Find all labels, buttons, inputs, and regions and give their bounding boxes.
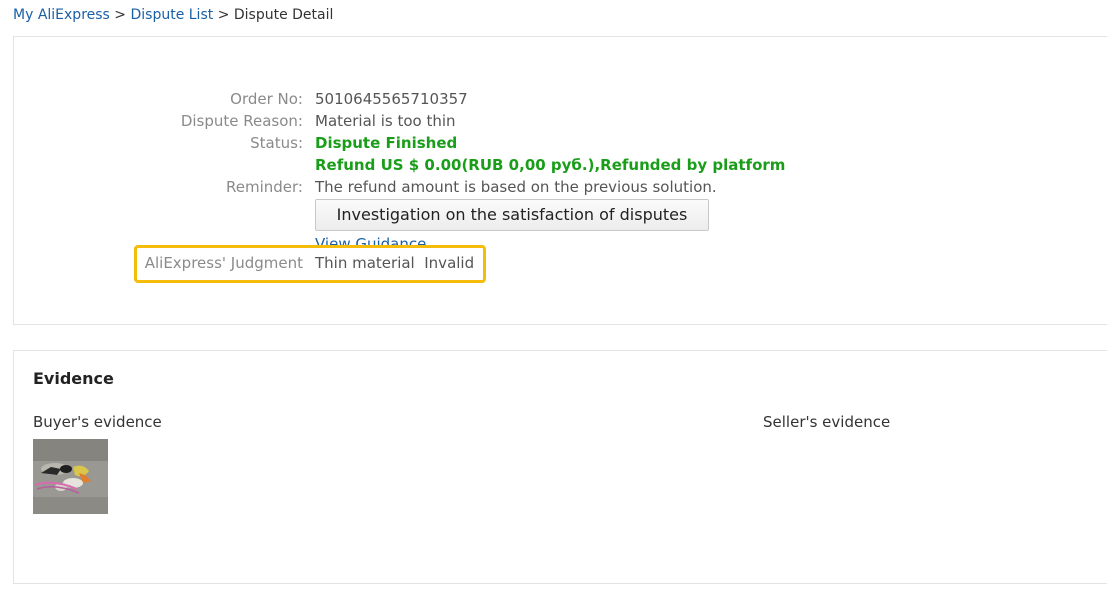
status-row: Status: Dispute Finished — [14, 132, 1107, 154]
breadcrumb: My AliExpress > Dispute List > Dispute D… — [13, 5, 333, 25]
dispute-detail-panel: Order No: 5010645565710357 Dispute Reaso… — [13, 36, 1107, 325]
dispute-reason-row: Dispute Reason: Material is too thin — [14, 110, 1107, 132]
reminder-row: Reminder: The refund amount is based on … — [14, 176, 1107, 198]
buyer-evidence-image — [33, 439, 108, 514]
order-no-value: 5010645565710357 — [315, 90, 468, 108]
breadcrumb-dispute-list[interactable]: Dispute List — [130, 7, 213, 23]
refund-row: Refund US $ 0.00(RUB 0,00 руб.),Refunded… — [14, 154, 1107, 176]
evidence-title: Evidence — [33, 369, 114, 388]
breadcrumb-separator: > — [217, 7, 230, 23]
seller-evidence-label: Seller's evidence — [763, 413, 891, 431]
reminder-value: The refund amount is based on the previo… — [315, 178, 717, 196]
evidence-panel: Evidence Buyer's evidence Seller's evide… — [13, 350, 1107, 584]
breadcrumb-current: Dispute Detail — [233, 7, 334, 23]
buyer-evidence-photo[interactable] — [33, 439, 108, 514]
breadcrumb-my-aliexpress[interactable]: My AliExpress — [13, 7, 110, 23]
order-no-row: Order No: 5010645565710357 — [14, 88, 1107, 110]
view-guidance-link[interactable]: View Guidance — [315, 233, 426, 245]
dispute-reason-value: Material is too thin — [315, 112, 456, 130]
judgment-highlight-box — [134, 245, 486, 283]
reminder-label: Reminder: — [226, 178, 303, 196]
status-label: Status: — [250, 134, 303, 152]
buyer-evidence-label: Buyer's evidence — [33, 413, 162, 431]
satisfaction-survey-button[interactable]: Investigation on the satisfaction of dis… — [315, 199, 709, 231]
order-no-label: Order No: — [230, 90, 303, 108]
dispute-reason-label: Dispute Reason: — [180, 112, 303, 130]
status-value: Dispute Finished — [315, 134, 458, 152]
breadcrumb-separator: > — [114, 7, 127, 23]
refund-value: Refund US $ 0.00(RUB 0,00 руб.),Refunded… — [315, 156, 786, 174]
